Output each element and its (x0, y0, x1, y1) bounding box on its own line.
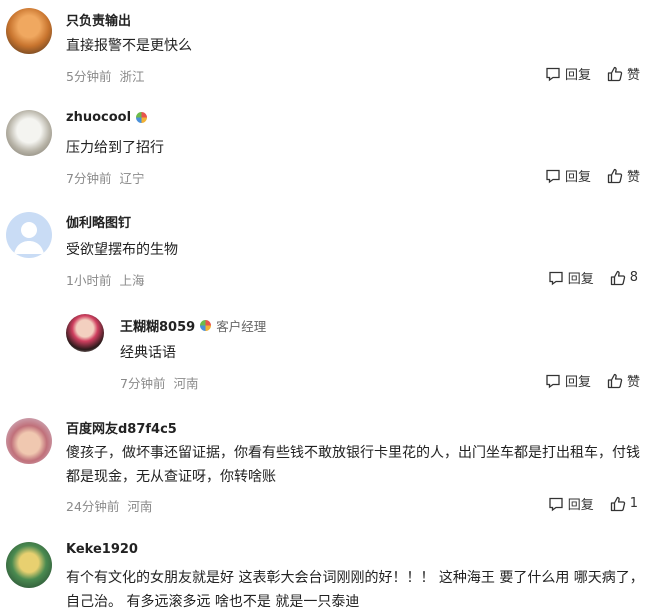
like-count: 1 (629, 496, 638, 511)
like-button[interactable]: 赞 (607, 371, 640, 390)
comment-time: 1小时前 (66, 273, 112, 288)
comment-icon (546, 169, 560, 183)
comment-text: 受欲望摆布的生物 (66, 242, 178, 258)
username[interactable]: 伽利略图钉 (66, 212, 131, 231)
avatar[interactable] (6, 542, 52, 588)
comment-actions: 回复 赞 (529, 166, 640, 185)
like-label: 赞 (626, 170, 640, 185)
default-avatar-icon (14, 222, 44, 254)
comment-item: Keke1920 有个有文化的女朋友就是好 这表彰大会台词刚刚的好！！！ 这种海… (0, 530, 660, 613)
comment-meta: 7分钟前 辽宁 (66, 168, 144, 187)
username[interactable]: 百度网友d87f4c5 (66, 418, 177, 437)
reply-button[interactable]: 回复 (548, 268, 594, 287)
comment-meta: 24分钟前 河南 (66, 496, 152, 515)
reply-button[interactable]: 回复 (545, 371, 591, 390)
comment-meta: 7分钟前 河南 (120, 373, 198, 392)
like-count: 8 (629, 270, 638, 285)
comment-location: 河南 (173, 376, 199, 391)
comment-icon (549, 271, 563, 285)
comment-time: 7分钟前 (120, 376, 166, 391)
thumbs-up-icon (610, 496, 625, 511)
comment-actions: 回复 赞 (529, 371, 640, 390)
reply-label: 回复 (564, 68, 591, 83)
comment-time: 24分钟前 (66, 499, 120, 514)
thumbs-up-icon (610, 270, 625, 285)
comment-meta: 5分钟前 浙江 (66, 66, 144, 85)
like-label: 赞 (626, 375, 640, 390)
comment-actions: 回复 1 (532, 494, 638, 513)
comment-time: 7分钟前 (66, 171, 112, 186)
username[interactable]: 只负责输出 (66, 10, 131, 29)
username[interactable]: zhuocool (66, 110, 148, 125)
avatar[interactable] (6, 212, 52, 258)
comment-time: 5分钟前 (66, 69, 112, 84)
comment-actions: 回复 赞 (529, 64, 640, 83)
comment-item: zhuocool 压力给到了招行 7分钟前 辽宁 回复 赞 (0, 100, 660, 202)
level-badge-icon (136, 112, 148, 123)
comment-text: 压力给到了招行 (66, 140, 164, 156)
comment-item: 百度网友d87f4c5 傻孩子，做坏事还留证据，你看有些钱不敢放银行卡里花的人，… (0, 406, 660, 530)
comment-icon (549, 497, 563, 511)
reply-label: 回复 (567, 272, 594, 287)
comment-icon (546, 374, 560, 388)
comment-item: 伽利略图钉 受欲望摆布的生物 1小时前 上海 回复 8 (0, 202, 660, 302)
reply-item: 王糊糊8059 客户经理 经典话语 7分钟前 河南 回复 赞 (0, 302, 660, 406)
like-button[interactable]: 8 (610, 270, 638, 286)
level-badge-icon (200, 320, 212, 331)
reply-button[interactable]: 回复 (548, 494, 594, 513)
comment-text: 有个有文化的女朋友就是好 这表彰大会台词刚刚的好！！！ 这种海王 要了什么用 哪… (66, 570, 644, 610)
thumbs-up-icon (607, 66, 623, 81)
comment-item: 只负责输出 直接报警不是更快么 5分钟前 浙江 回复 赞 (0, 0, 660, 100)
comment-icon (546, 67, 560, 81)
thumbs-up-icon (607, 168, 623, 183)
comment-actions: 回复 8 (532, 268, 638, 287)
comment-text: 经典话语 (120, 345, 176, 361)
reply-label: 回复 (567, 498, 594, 513)
user-role: 客户经理 (216, 319, 267, 334)
avatar[interactable] (66, 314, 104, 352)
comment-location: 浙江 (119, 69, 145, 84)
comment-location: 上海 (119, 273, 145, 288)
avatar[interactable] (6, 110, 52, 156)
reply-label: 回复 (564, 375, 591, 390)
comment-location: 河南 (127, 499, 153, 514)
like-button[interactable]: 1 (610, 496, 638, 512)
username[interactable]: Keke1920 (66, 542, 138, 557)
like-button[interactable]: 赞 (607, 64, 640, 83)
reply-label: 回复 (564, 170, 591, 185)
like-button[interactable]: 赞 (607, 166, 640, 185)
comment-location: 辽宁 (119, 171, 145, 186)
avatar[interactable] (6, 8, 52, 54)
comment-text: 傻孩子，做坏事还留证据，你看有些钱不敢放银行卡里花的人，出门坐车都是打出租车，付… (66, 445, 640, 485)
comment-meta: 1小时前 上海 (66, 270, 144, 289)
avatar[interactable] (6, 418, 52, 464)
comment-text: 直接报警不是更快么 (66, 38, 192, 54)
username[interactable]: 王糊糊8059 客户经理 (120, 316, 266, 335)
thumbs-up-icon (607, 373, 623, 388)
reply-button[interactable]: 回复 (545, 64, 591, 83)
reply-button[interactable]: 回复 (545, 166, 591, 185)
like-label: 赞 (626, 68, 640, 83)
